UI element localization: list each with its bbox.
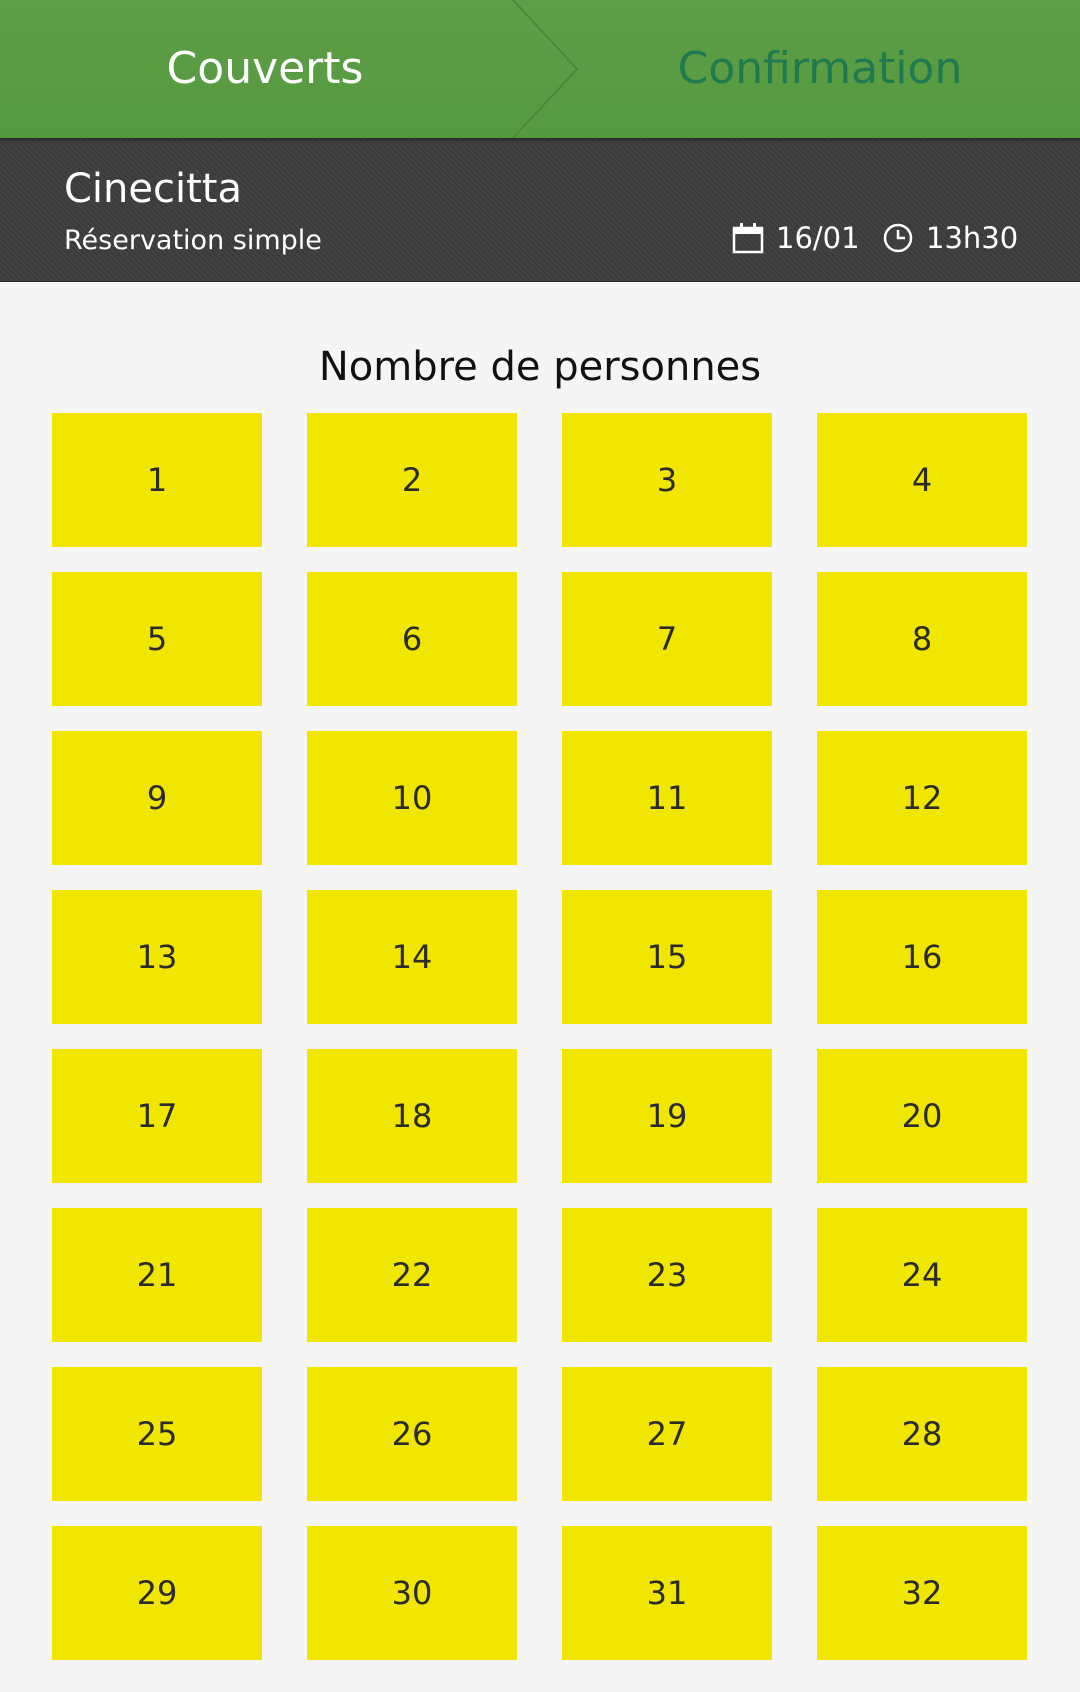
reservation-date-value: 16/01 bbox=[776, 221, 860, 255]
party-size-option-26[interactable]: 26 bbox=[307, 1367, 517, 1501]
party-size-option-3[interactable]: 3 bbox=[562, 413, 772, 547]
section-title: Nombre de personnes bbox=[318, 344, 762, 390]
clock-icon bbox=[883, 223, 913, 253]
party-size-option-9[interactable]: 9 bbox=[52, 731, 262, 865]
party-size-grid: 1 2 3 4 5 6 7 8 9 10 11 12 13 14 15 16 17 18 19 20 21 22 23 24 2… bbox=[52, 413, 1027, 1660]
step-couverts[interactable]: Couverts bbox=[0, 0, 530, 138]
step-confirmation[interactable]: Confirmation bbox=[560, 0, 1080, 138]
party-size-option-6[interactable]: 6 bbox=[307, 572, 517, 706]
party-size-option-19[interactable]: 19 bbox=[562, 1049, 772, 1183]
party-size-option-8[interactable]: 8 bbox=[817, 572, 1027, 706]
party-size-option-5[interactable]: 5 bbox=[52, 572, 262, 706]
party-size-option-15[interactable]: 15 bbox=[562, 890, 772, 1024]
party-size-option-21[interactable]: 21 bbox=[52, 1208, 262, 1342]
party-size-option-18[interactable]: 18 bbox=[307, 1049, 517, 1183]
party-size-option-23[interactable]: 23 bbox=[562, 1208, 772, 1342]
restaurant-name: Cinecitta bbox=[64, 166, 242, 212]
party-size-option-14[interactable]: 14 bbox=[307, 890, 517, 1024]
reservation-time: 13h30 bbox=[882, 218, 1018, 258]
reservation-time-value: 13h30 bbox=[926, 221, 1019, 255]
party-size-option-10[interactable]: 10 bbox=[307, 731, 517, 865]
party-size-option-4[interactable]: 4 bbox=[817, 413, 1027, 547]
party-size-option-20[interactable]: 20 bbox=[817, 1049, 1027, 1183]
party-size-option-17[interactable]: 17 bbox=[52, 1049, 262, 1183]
party-size-option-31[interactable]: 31 bbox=[562, 1526, 772, 1660]
reservation-type: Réservation simple bbox=[64, 225, 322, 256]
party-size-option-29[interactable]: 29 bbox=[52, 1526, 262, 1660]
party-size-option-16[interactable]: 16 bbox=[817, 890, 1027, 1024]
reservation-date: 16/01 bbox=[732, 218, 860, 258]
party-size-option-11[interactable]: 11 bbox=[562, 731, 772, 865]
calendar-icon bbox=[732, 223, 764, 254]
restaurant-info-bar: Cinecitta Réservation simple 16/01 13h30 bbox=[0, 138, 1080, 282]
party-size-option-1[interactable]: 1 bbox=[52, 413, 262, 547]
party-size-option-32[interactable]: 32 bbox=[817, 1526, 1027, 1660]
party-size-option-12[interactable]: 12 bbox=[817, 731, 1027, 865]
step-header: Couverts Confirmation bbox=[0, 0, 1080, 138]
party-size-option-27[interactable]: 27 bbox=[562, 1367, 772, 1501]
party-size-option-24[interactable]: 24 bbox=[817, 1208, 1027, 1342]
party-size-option-13[interactable]: 13 bbox=[52, 890, 262, 1024]
party-size-option-28[interactable]: 28 bbox=[817, 1367, 1027, 1501]
party-size-option-25[interactable]: 25 bbox=[52, 1367, 262, 1501]
party-size-option-7[interactable]: 7 bbox=[562, 572, 772, 706]
party-size-option-2[interactable]: 2 bbox=[307, 413, 517, 547]
party-size-option-30[interactable]: 30 bbox=[307, 1526, 517, 1660]
party-size-option-22[interactable]: 22 bbox=[307, 1208, 517, 1342]
